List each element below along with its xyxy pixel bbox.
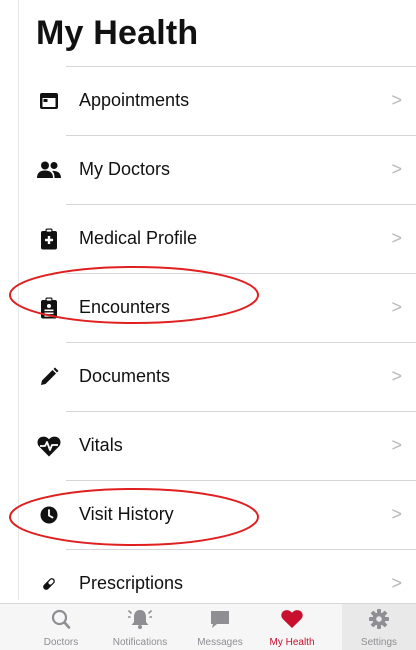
tab-settings[interactable]: Settings xyxy=(342,604,416,650)
menu-item-encounters[interactable]: Encounters > xyxy=(0,273,416,342)
menu-item-label: Appointments xyxy=(79,90,190,110)
message-icon xyxy=(208,608,232,630)
heart-pulse-icon xyxy=(36,434,62,458)
menu-item-visit-history[interactable]: Visit History > xyxy=(0,480,416,549)
chevron-right-icon: > xyxy=(391,573,402,593)
tab-notifications[interactable]: Notifications xyxy=(105,604,175,650)
tab-my-health[interactable]: My Health xyxy=(257,604,327,650)
tab-label: Notifications xyxy=(112,637,168,648)
menu-item-label: Medical Profile xyxy=(79,228,198,248)
health-menu-list: Appointments > My Doctors > Medical Prof… xyxy=(0,66,416,602)
menu-item-medical-profile[interactable]: Medical Profile > xyxy=(0,204,416,273)
pill-icon xyxy=(36,572,62,596)
menu-item-label: Prescriptions xyxy=(79,573,184,593)
menu-item-label: Vitals xyxy=(79,435,123,455)
menu-item-label: Documents xyxy=(79,366,171,386)
tab-messages[interactable]: Messages xyxy=(185,604,255,650)
people-icon xyxy=(36,158,62,182)
medical-clipboard-icon xyxy=(36,227,62,251)
menu-item-my-doctors[interactable]: My Doctors > xyxy=(0,135,416,204)
calendar-icon xyxy=(36,89,62,113)
menu-item-label: My Doctors xyxy=(79,159,171,179)
chevron-right-icon: > xyxy=(391,366,402,386)
heart-icon xyxy=(280,608,304,630)
chevron-right-icon: > xyxy=(391,159,402,179)
pencil-icon xyxy=(36,365,62,389)
tab-label: Doctors xyxy=(43,637,79,648)
page-title: My Health xyxy=(36,14,199,52)
menu-item-appointments[interactable]: Appointments > xyxy=(0,66,416,135)
menu-item-label: Encounters xyxy=(79,297,171,317)
chevron-right-icon: > xyxy=(391,435,402,455)
encounters-clipboard-icon xyxy=(36,296,62,320)
tab-label: Settings xyxy=(360,637,398,648)
tab-label: Messages xyxy=(197,637,243,648)
menu-item-label: Visit History xyxy=(79,504,174,524)
chevron-right-icon: > xyxy=(391,297,402,317)
tab-bar: Doctors Notifications Messages My Health xyxy=(0,603,416,650)
tab-doctors[interactable]: Doctors xyxy=(26,604,96,650)
chevron-right-icon: > xyxy=(391,90,402,110)
menu-item-documents[interactable]: Documents > xyxy=(0,342,416,411)
menu-item-vitals[interactable]: Vitals > xyxy=(0,411,416,480)
tab-label: My Health xyxy=(269,637,315,648)
chevron-right-icon: > xyxy=(391,504,402,524)
menu-item-prescriptions[interactable]: Prescriptions > xyxy=(0,549,416,602)
bell-icon xyxy=(127,608,153,630)
gear-icon xyxy=(367,608,391,630)
chevron-right-icon: > xyxy=(391,228,402,248)
clock-icon xyxy=(36,503,62,527)
search-icon xyxy=(49,608,73,630)
